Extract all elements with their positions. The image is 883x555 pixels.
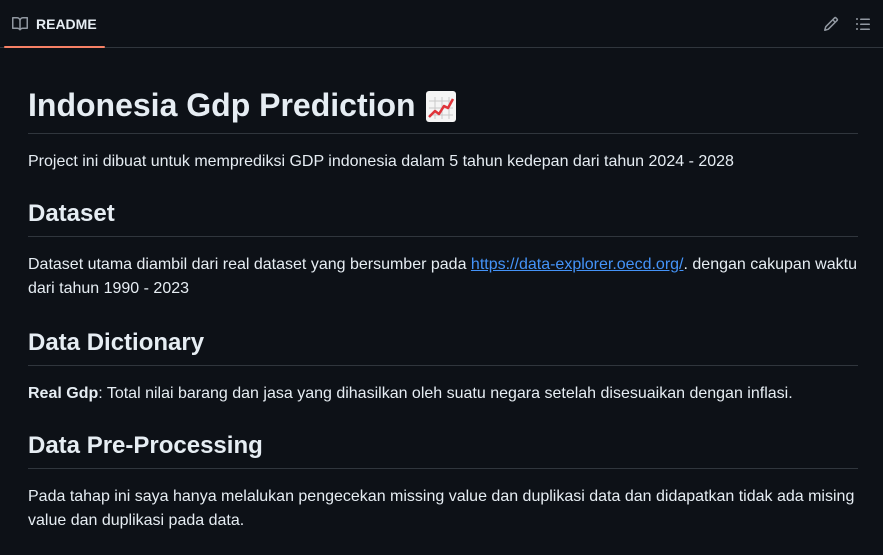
edit-button[interactable] <box>815 8 847 40</box>
dataset-heading: Dataset <box>28 199 858 237</box>
preprocessing-paragraph: Pada tahap ini saya hanya melalukan peng… <box>28 488 855 529</box>
tab-readme[interactable]: README <box>0 0 105 48</box>
book-icon <box>12 16 28 32</box>
dataset-paragraph: Dataset utama diambil dari real dataset … <box>28 253 858 301</box>
data-dictionary-heading: Data Dictionary <box>28 328 858 366</box>
dataset-text: Dataset utama diambil dari real dataset … <box>28 256 471 273</box>
outline-button[interactable] <box>847 8 879 40</box>
dictionary-definition: : Total nilai barang dan jasa yang dihas… <box>98 385 793 402</box>
dataset-link[interactable]: https://data-explorer.oecd.org/ <box>471 256 684 273</box>
data-dictionary-paragraph: Real Gdp: Total nilai barang dan jasa ya… <box>28 382 858 406</box>
page-title: Indonesia Gdp Prediction <box>28 48 858 134</box>
readme-header: README <box>0 0 883 48</box>
pencil-icon <box>823 16 839 32</box>
list-icon <box>855 16 871 32</box>
title-text: Indonesia Gdp Prediction <box>28 87 416 123</box>
readme-body: Indonesia Gdp Prediction Project ini dib… <box>0 48 883 533</box>
active-tab-indicator <box>4 46 105 48</box>
chart-increasing-emoji-icon <box>425 91 456 122</box>
readme-toolbar <box>815 0 883 47</box>
tab-label: README <box>36 15 97 32</box>
dictionary-term: Real Gdp <box>28 385 99 402</box>
preprocessing-heading: Data Pre-Processing <box>28 431 858 469</box>
intro-paragraph: Project ini dibuat untuk memprediksi GDP… <box>28 153 734 170</box>
